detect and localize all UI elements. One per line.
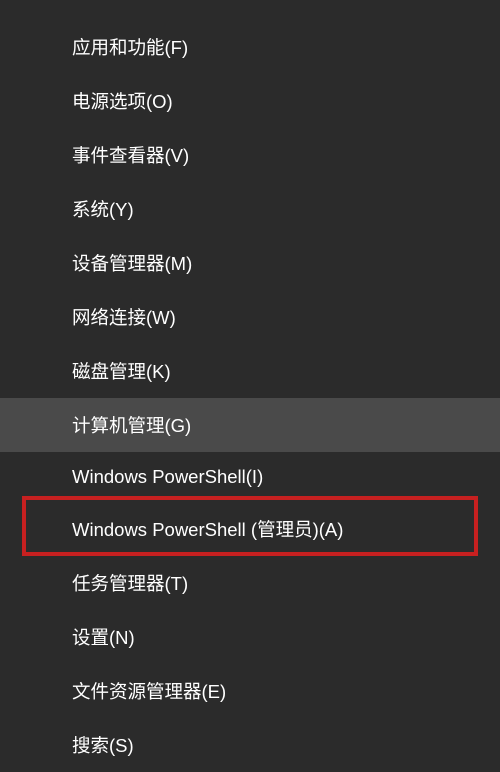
- menu-item-powershell-admin[interactable]: Windows PowerShell (管理员)(A): [0, 502, 500, 556]
- menu-item-device-manager[interactable]: 设备管理器(M): [0, 236, 500, 290]
- menu-item-label: 磁盘管理(K): [72, 361, 171, 382]
- menu-item-label: 任务管理器(T): [72, 573, 188, 594]
- winx-context-menu: 应用和功能(F) 电源选项(O) 事件查看器(V) 系统(Y) 设备管理器(M)…: [0, 0, 500, 746]
- menu-item-search[interactable]: 搜索(S): [0, 718, 500, 772]
- menu-item-power-options[interactable]: 电源选项(O): [0, 74, 500, 128]
- menu-item-label: 文件资源管理器(E): [72, 681, 226, 702]
- menu-item-computer-management[interactable]: 计算机管理(G): [0, 398, 500, 452]
- menu-item-label: 事件查看器(V): [72, 145, 189, 166]
- menu-item-powershell[interactable]: Windows PowerShell(I): [0, 452, 500, 502]
- menu-item-network-connections[interactable]: 网络连接(W): [0, 290, 500, 344]
- menu-item-label: 设置(N): [72, 627, 135, 648]
- menu-item-label: 网络连接(W): [72, 307, 176, 328]
- menu-item-label: 计算机管理(G): [72, 415, 191, 436]
- menu-item-apps-features[interactable]: 应用和功能(F): [0, 20, 500, 74]
- menu-item-label: 电源选项(O): [72, 91, 173, 112]
- menu-item-label: 设备管理器(M): [72, 253, 192, 274]
- menu-item-label: 应用和功能(F): [72, 37, 188, 58]
- menu-item-task-manager[interactable]: 任务管理器(T): [0, 556, 500, 610]
- menu-item-system[interactable]: 系统(Y): [0, 182, 500, 236]
- menu-item-label: Windows PowerShell(I): [72, 466, 263, 487]
- menu-item-event-viewer[interactable]: 事件查看器(V): [0, 128, 500, 182]
- menu-item-settings[interactable]: 设置(N): [0, 610, 500, 664]
- menu-item-label: 系统(Y): [72, 199, 134, 220]
- menu-item-disk-management[interactable]: 磁盘管理(K): [0, 344, 500, 398]
- menu-item-file-explorer[interactable]: 文件资源管理器(E): [0, 664, 500, 718]
- menu-item-label: Windows PowerShell (管理员)(A): [72, 519, 343, 540]
